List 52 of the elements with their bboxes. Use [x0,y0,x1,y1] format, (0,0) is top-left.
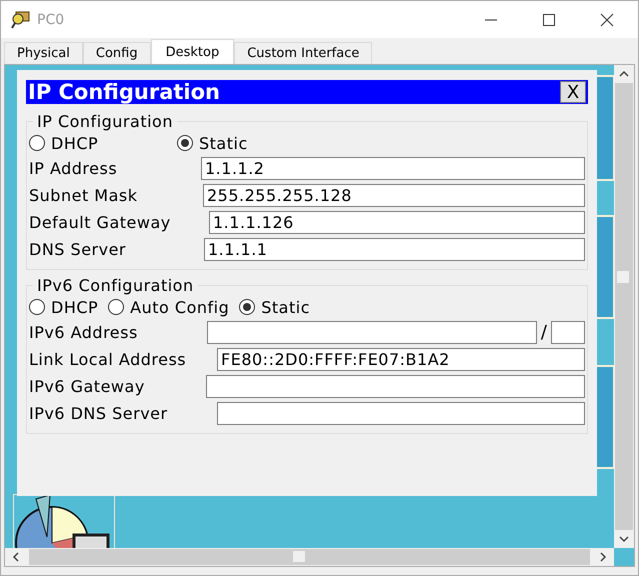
scroll-left-icon[interactable] [11,551,21,563]
radio-label: Auto Config [130,298,230,316]
field-label: IPv6 Address [29,323,139,342]
field-label: IPv6 DNS Server [29,404,169,423]
input-field[interactable]: 1.1.1.1 [204,238,585,261]
group-title: IPv6 Configuration [36,276,195,295]
tab[interactable]: Physical [4,42,83,64]
scroll-right-icon[interactable] [598,551,608,563]
scroll-down-icon[interactable] [618,534,630,544]
radio-label: Static [261,298,310,316]
field-label: Link Local Address [29,350,188,369]
radio-button[interactable] [29,299,45,315]
scroll-thumb[interactable] [293,551,305,562]
radio-option[interactable]: Static [239,298,310,316]
separator-text: / [540,322,548,343]
tab[interactable]: Config [82,42,151,64]
field-label: DNS Server [29,240,127,259]
input-field[interactable]: 1.1.1.126 [209,211,585,234]
radio-button[interactable] [177,135,193,151]
radio-option[interactable]: Static [177,134,248,152]
radio-button[interactable] [29,135,45,151]
tab[interactable]: Desktop [150,39,234,64]
radio-option[interactable]: Auto Config [108,298,230,316]
input-field[interactable]: 255.255.255.128 [203,184,585,207]
radio-button[interactable] [108,299,124,315]
group-title: IP Configuration [36,112,174,131]
close-icon[interactable] [600,12,614,26]
radio-label: Static [199,134,248,152]
input-field[interactable] [206,375,585,398]
radio-option[interactable]: DHCP [29,298,98,316]
radio-label: DHCP [51,298,98,316]
field-label: Subnet Mask [29,186,139,205]
scroll-thumb[interactable] [617,271,629,283]
input-field[interactable]: 1.1.1.2 [201,157,585,180]
scrollbar-corner [614,548,634,566]
radio-button[interactable] [239,299,256,315]
input-field[interactable] [217,402,585,425]
close-button[interactable]: X [560,81,586,103]
input-field[interactable] [207,321,537,344]
field-label: IP Address [29,159,118,178]
field-label: Default Gateway [29,213,172,232]
app-icon [11,10,31,30]
field-label: IPv6 Gateway [29,377,146,396]
window-title: PC0 [37,12,64,28]
prefix-field[interactable] [551,321,585,344]
dialog-title: IP Configuration [27,80,220,104]
maximize-icon[interactable] [542,12,556,26]
radio-option[interactable]: DHCP [29,134,167,152]
scroll-up-icon[interactable] [618,69,630,79]
tab[interactable]: Custom Interface [234,42,372,64]
radio-label: DHCP [51,134,98,152]
input-field[interactable]: FE80::2D0:FFFF:FE07:B1A2 [217,348,585,371]
